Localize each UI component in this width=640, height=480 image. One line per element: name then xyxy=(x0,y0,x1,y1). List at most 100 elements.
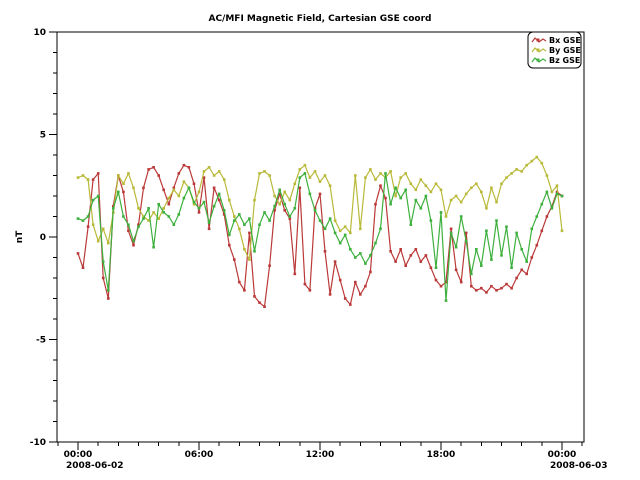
data-point-marker xyxy=(420,260,423,263)
data-point-marker xyxy=(152,166,155,169)
data-point-marker xyxy=(168,197,171,200)
data-point-marker xyxy=(359,228,362,231)
data-point-marker xyxy=(122,215,125,218)
data-point-marker xyxy=(294,207,297,210)
data-point-marker xyxy=(208,228,211,231)
data-point-marker xyxy=(283,203,286,206)
data-point-marker xyxy=(168,203,171,206)
data-point-marker xyxy=(77,217,80,220)
y-axis-label: nT xyxy=(15,230,25,243)
data-point-marker xyxy=(132,240,135,243)
data-point-marker xyxy=(178,195,181,198)
data-point-marker xyxy=(87,225,90,228)
data-point-marker xyxy=(268,264,271,267)
y-tick-label: -10 xyxy=(30,438,46,448)
data-point-marker xyxy=(92,199,95,202)
data-point-marker xyxy=(233,219,236,222)
data-point-marker xyxy=(152,246,155,249)
data-point-marker xyxy=(546,215,549,218)
data-point-marker xyxy=(359,293,362,296)
data-point-marker xyxy=(127,223,130,226)
chart-background xyxy=(0,0,640,480)
data-point-marker xyxy=(536,156,539,159)
data-point-marker xyxy=(339,242,342,245)
data-point-marker xyxy=(258,172,261,175)
data-point-marker xyxy=(369,271,372,274)
data-point-marker xyxy=(546,191,549,194)
data-point-marker xyxy=(147,168,150,171)
data-point-marker xyxy=(178,213,181,216)
data-point-marker xyxy=(142,217,145,220)
data-point-marker xyxy=(248,232,251,235)
data-point-marker xyxy=(112,207,115,210)
data-point-marker xyxy=(198,207,201,210)
data-point-marker xyxy=(500,254,503,257)
data-point-marker xyxy=(475,182,478,185)
data-point-marker xyxy=(304,172,307,175)
y-tick-label: -5 xyxy=(36,336,46,346)
data-point-marker xyxy=(475,289,478,292)
data-point-marker xyxy=(97,195,100,198)
data-point-marker xyxy=(314,170,317,173)
data-point-marker xyxy=(490,187,493,190)
data-point-marker xyxy=(162,207,165,210)
data-point-marker xyxy=(324,228,327,231)
data-point-marker xyxy=(415,199,418,202)
data-point-marker xyxy=(495,219,498,222)
data-point-marker xyxy=(541,162,544,165)
data-point-marker xyxy=(193,182,196,185)
magnetic-field-chart: AC/MFI Magnetic Field, Cartesian GSE coo… xyxy=(0,0,640,480)
data-point-marker xyxy=(102,228,105,231)
data-point-marker xyxy=(364,285,367,288)
data-point-marker xyxy=(263,305,266,308)
data-point-marker xyxy=(425,195,428,198)
data-point-marker xyxy=(208,166,211,169)
data-point-marker xyxy=(334,219,337,222)
data-point-marker xyxy=(485,230,488,233)
data-point-marker xyxy=(435,182,438,185)
data-point-marker xyxy=(399,176,402,179)
data-point-marker xyxy=(425,254,428,257)
data-point-marker xyxy=(82,219,85,222)
data-point-marker xyxy=(480,191,483,194)
data-point-marker xyxy=(465,193,468,196)
data-point-marker xyxy=(309,289,312,292)
data-point-marker xyxy=(359,252,362,255)
data-point-marker xyxy=(122,182,125,185)
chart-title: AC/MFI Magnetic Field, Cartesian GSE coo… xyxy=(208,14,431,24)
data-point-marker xyxy=(485,291,488,294)
data-point-marker xyxy=(505,225,508,228)
data-point-marker xyxy=(364,262,367,265)
legend-label-by-gse: By GSE xyxy=(549,46,581,55)
data-point-marker xyxy=(364,176,367,179)
data-point-marker xyxy=(525,260,528,263)
data-point-marker xyxy=(87,215,90,218)
data-point-marker xyxy=(344,234,347,237)
data-point-marker xyxy=(349,248,352,251)
data-point-marker xyxy=(394,195,397,198)
data-point-marker xyxy=(399,248,402,251)
data-point-marker xyxy=(450,228,453,231)
data-point-marker xyxy=(520,269,523,272)
data-point-marker xyxy=(243,248,246,251)
data-point-marker xyxy=(223,209,226,212)
data-point-marker xyxy=(410,182,413,185)
data-point-marker xyxy=(420,207,423,210)
data-point-marker xyxy=(470,187,473,190)
data-point-marker xyxy=(304,164,307,167)
legend-marker-bz-gse xyxy=(537,59,540,62)
x-tick-label: 18:00 xyxy=(427,450,456,460)
data-point-marker xyxy=(248,217,251,220)
data-point-marker xyxy=(410,223,413,226)
data-point-marker xyxy=(440,285,443,288)
data-point-marker xyxy=(460,201,463,204)
x-date-label: 2008-06-02 xyxy=(66,461,124,471)
data-point-marker xyxy=(319,180,322,183)
data-point-marker xyxy=(551,207,554,210)
data-point-marker xyxy=(394,260,397,263)
data-point-marker xyxy=(379,228,382,231)
data-point-marker xyxy=(92,223,95,226)
data-point-marker xyxy=(399,197,402,200)
data-point-marker xyxy=(283,209,286,212)
legend-marker-by-gse xyxy=(537,49,540,52)
